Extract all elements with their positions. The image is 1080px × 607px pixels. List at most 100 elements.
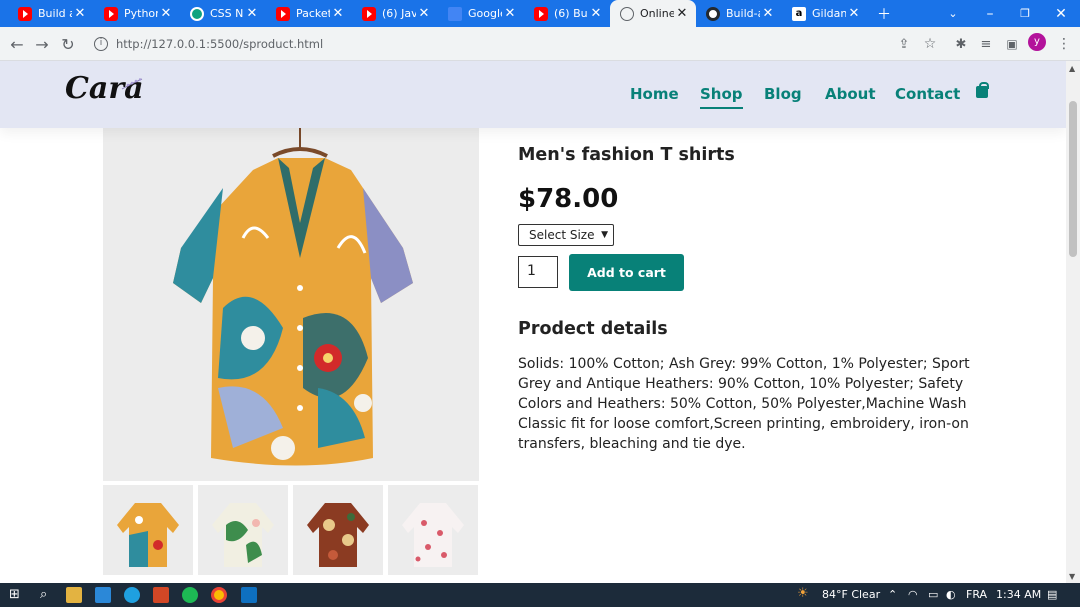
- reload-icon[interactable]: ↻: [56, 32, 80, 56]
- search-icon[interactable]: ⌕: [40, 587, 56, 603]
- product-title: Men's fashion T shirts: [518, 145, 735, 165]
- close-tab-icon[interactable]: ✕: [416, 6, 432, 21]
- close-tab-icon[interactable]: ✕: [760, 6, 776, 21]
- tab-title: Python: [124, 7, 158, 20]
- youtube-icon: [534, 6, 548, 21]
- forward-icon[interactable]: →: [30, 32, 54, 56]
- tab-title: Google: [468, 7, 502, 20]
- browser-tab[interactable]: CSS Not ✕: [180, 0, 266, 27]
- address-bar[interactable]: i http://127.0.0.1:5500/sproduct.html: [84, 31, 946, 57]
- close-window-button[interactable]: ✕: [1046, 0, 1076, 27]
- page-scrollbar[interactable]: ▲ ▼: [1066, 61, 1080, 583]
- scrollbar-thumb[interactable]: [1069, 101, 1077, 257]
- browser-tab[interactable]: Google ✕: [438, 0, 524, 27]
- file-explorer-icon[interactable]: [66, 587, 82, 603]
- github-icon: [706, 6, 720, 21]
- youtube-icon: [18, 6, 32, 21]
- product-main-image: [103, 128, 479, 481]
- wifi-icon[interactable]: ◠: [908, 588, 918, 601]
- shirt-thumbnail-multicolor: [117, 503, 179, 567]
- tab-title: Gildan A: [812, 7, 846, 20]
- browser-tab[interactable]: Packet T ✕: [266, 0, 352, 27]
- mail-icon[interactable]: [95, 587, 111, 603]
- powerpoint-icon[interactable]: [153, 587, 169, 603]
- site-logo[interactable]: Cara: [65, 71, 144, 106]
- shirt-thumbnail-green-floral: [212, 503, 274, 567]
- youtube-icon: [104, 6, 118, 21]
- close-tab-icon[interactable]: ✕: [244, 6, 260, 21]
- weather-text[interactable]: 84°F Clear: [822, 588, 880, 601]
- globe-icon: [620, 6, 634, 21]
- side-panel-icon[interactable]: ▣: [1000, 32, 1024, 56]
- extensions-icon[interactable]: ✱: [949, 32, 973, 56]
- windows-start-icon[interactable]: ⊞: [9, 587, 25, 603]
- shopping-bag-icon[interactable]: [976, 82, 989, 98]
- clock-time[interactable]: 1:34 AM: [996, 588, 1041, 601]
- tab-title: Packet T: [296, 7, 330, 20]
- scroll-up-icon[interactable]: ▲: [1069, 64, 1075, 73]
- vscode-icon[interactable]: [241, 587, 257, 603]
- site-info-icon[interactable]: i: [94, 37, 108, 51]
- profile-avatar[interactable]: y: [1028, 33, 1046, 51]
- browser-tab-active[interactable]: Online S ✕: [610, 0, 696, 27]
- browser-tab[interactable]: Python ✕: [94, 0, 180, 27]
- product-thumbnail[interactable]: [293, 485, 383, 575]
- youtube-icon: [362, 6, 376, 21]
- scroll-down-icon[interactable]: ▼: [1069, 572, 1075, 581]
- edge-icon[interactable]: [124, 587, 140, 603]
- media-controls-icon[interactable]: ≡: [974, 32, 998, 56]
- product-thumbnail[interactable]: [198, 485, 288, 575]
- quantity-input[interactable]: 1: [518, 256, 558, 288]
- close-tab-icon[interactable]: ✕: [674, 6, 690, 21]
- bookmark-star-icon[interactable]: ☆: [918, 32, 942, 56]
- chrome-icon[interactable]: [211, 587, 227, 603]
- shirt-illustration: [173, 128, 413, 466]
- close-tab-icon[interactable]: ✕: [330, 6, 346, 21]
- close-tab-icon[interactable]: ✕: [72, 6, 88, 21]
- close-tab-icon[interactable]: ✕: [588, 6, 604, 21]
- tab-title: Build-a: [726, 7, 760, 20]
- new-tab-button[interactable]: ＋: [869, 0, 899, 27]
- tab-title: CSS Not: [210, 7, 244, 20]
- close-tab-icon[interactable]: ✕: [502, 6, 518, 21]
- share-icon[interactable]: ⇪: [892, 32, 916, 56]
- browser-toolbar: ← → ↻ i http://127.0.0.1:5500/sproduct.h…: [0, 27, 1080, 61]
- volume-icon[interactable]: ◐: [946, 588, 956, 601]
- menu-kebab-icon[interactable]: ⋮: [1052, 32, 1076, 56]
- close-tab-icon[interactable]: ✕: [846, 6, 862, 21]
- nav-blog-link[interactable]: Blog: [764, 85, 802, 103]
- tab-search-icon[interactable]: ⌄: [938, 0, 968, 27]
- nav-shop-link[interactable]: Shop: [700, 85, 743, 109]
- browser-tab-strip: Build an ✕ Python ✕ CSS Not ✕ Packet T ✕…: [0, 0, 1080, 27]
- battery-icon[interactable]: ▭: [928, 588, 938, 601]
- chevron-down-icon: ▼: [601, 230, 608, 240]
- chatgpt-icon: [190, 6, 204, 21]
- product-thumbnail[interactable]: [103, 485, 193, 575]
- spotify-icon[interactable]: [182, 587, 198, 603]
- browser-tab[interactable]: (6) Build ✕: [524, 0, 610, 27]
- size-select[interactable]: Select Size ▼: [518, 224, 614, 246]
- browser-tab[interactable]: a Gildan A ✕: [782, 0, 868, 27]
- back-icon[interactable]: ←: [5, 32, 29, 56]
- restore-window-button[interactable]: ❐: [1010, 0, 1040, 27]
- tab-title: (6) JavaS: [382, 7, 416, 20]
- youtube-icon: [276, 6, 290, 21]
- nav-home-link[interactable]: Home: [630, 85, 679, 103]
- browser-tab[interactable]: (6) JavaS ✕: [352, 0, 438, 27]
- tray-chevron-up-icon[interactable]: ⌃: [888, 588, 897, 601]
- size-select-value: Select Size: [529, 228, 595, 242]
- minimize-window-button[interactable]: –: [975, 0, 1005, 27]
- add-to-cart-button[interactable]: Add to cart: [569, 254, 684, 291]
- shirt-thumbnail-brown-floral: [307, 503, 369, 567]
- lavender-sprig-icon: [121, 78, 143, 90]
- nav-about-link[interactable]: About: [825, 85, 876, 103]
- notifications-icon[interactable]: ▤: [1047, 588, 1057, 601]
- language-indicator[interactable]: FRA: [966, 588, 987, 601]
- weather-icon: ☀: [797, 586, 809, 601]
- nav-contact-link[interactable]: Contact: [895, 85, 960, 103]
- browser-tab[interactable]: Build-a ✕: [696, 0, 782, 27]
- shirt-thumbnail-white-floral: [402, 503, 464, 567]
- product-thumbnail[interactable]: [388, 485, 478, 575]
- close-tab-icon[interactable]: ✕: [158, 6, 174, 21]
- browser-tab[interactable]: Build an ✕: [8, 0, 94, 27]
